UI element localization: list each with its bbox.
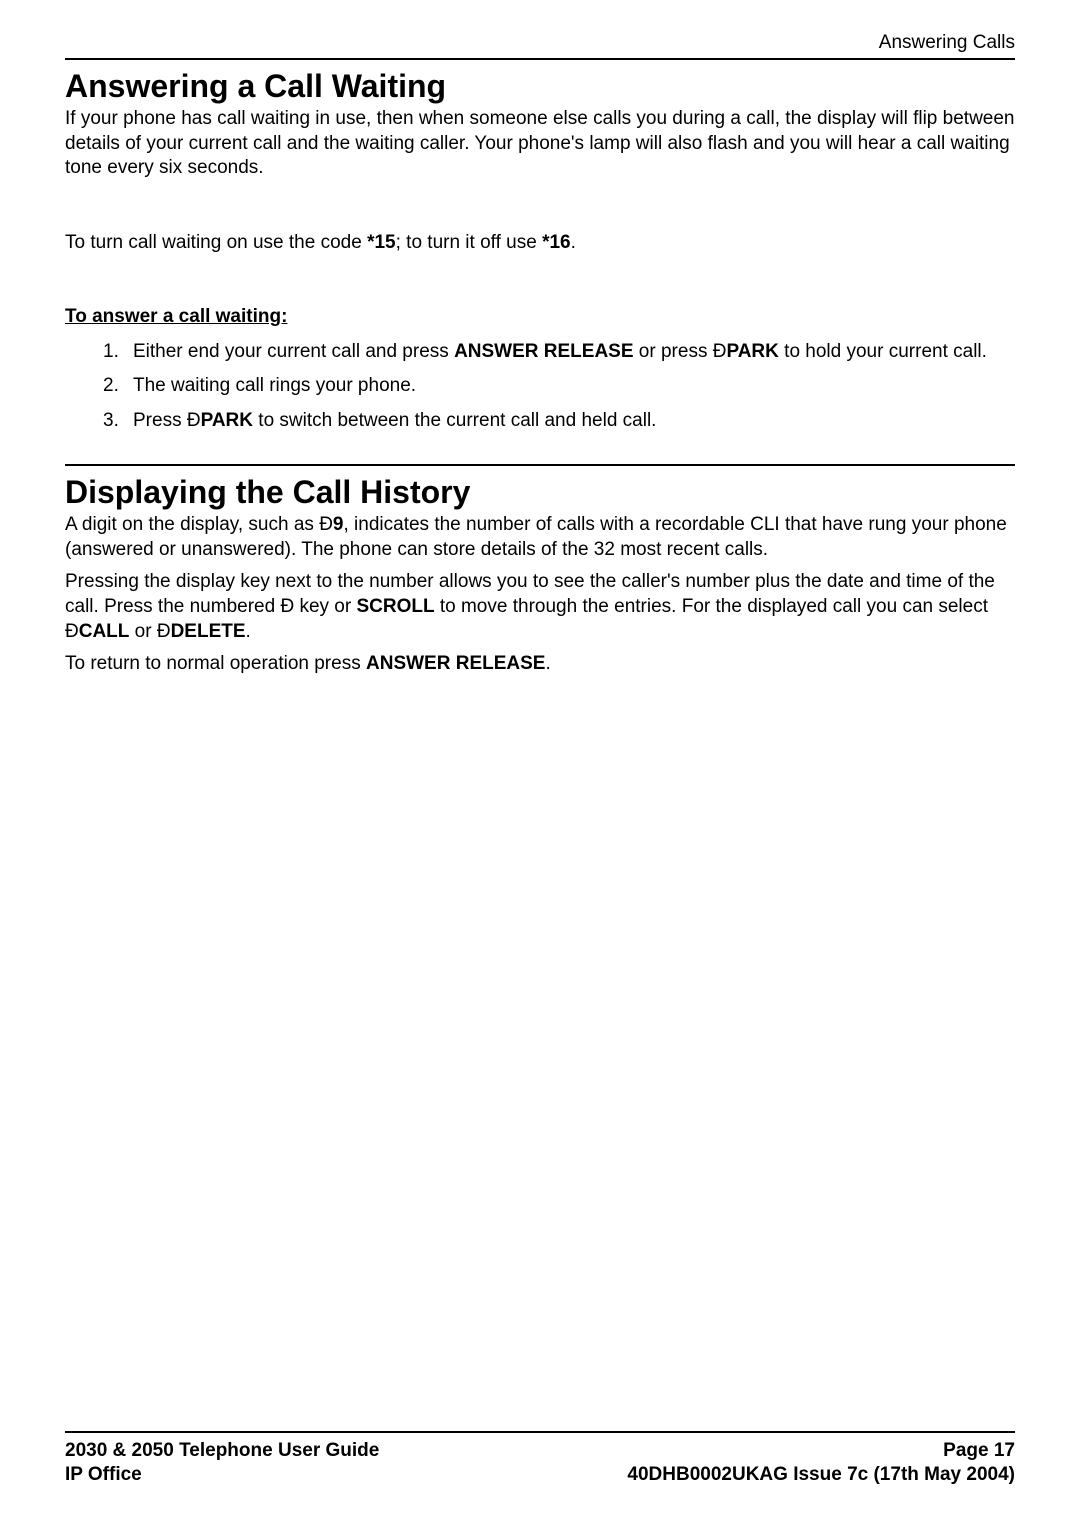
section1-para1: If your phone has call waiting in use, t… bbox=[65, 107, 1015, 181]
text: . bbox=[571, 232, 576, 253]
section1-title: Answering a Call Waiting bbox=[65, 68, 1015, 105]
section1-para2: To turn call waiting on use the code *15… bbox=[65, 231, 1015, 256]
code-on: *15 bbox=[367, 232, 396, 253]
step-1: 1. Either end your current call and pres… bbox=[103, 340, 1015, 365]
header-section-label: Answering Calls bbox=[65, 32, 1015, 54]
step-num: 3. bbox=[103, 409, 119, 434]
text: . bbox=[246, 621, 251, 642]
footer-right-2: 40DHB0002UKAG Issue 7c (17th May 2004) bbox=[627, 1463, 1015, 1488]
section2-para2: Pressing the display key next to the num… bbox=[65, 570, 1015, 644]
text: To return to normal operation press bbox=[65, 653, 366, 674]
scroll-label: SCROLL bbox=[356, 596, 434, 617]
footer-right-1: Page 17 bbox=[943, 1439, 1015, 1464]
section2-para1: A digit on the display, such as Ð9, indi… bbox=[65, 513, 1015, 562]
section-divider bbox=[65, 464, 1015, 466]
section1-subheading: To answer a call waiting: bbox=[65, 306, 1015, 328]
answer-release-label: ANSWER RELEASE bbox=[366, 653, 545, 674]
footer-left-2: IP Office bbox=[65, 1463, 142, 1488]
text: or Ð bbox=[129, 621, 170, 642]
answer-release-label: ANSWER RELEASE bbox=[454, 341, 633, 362]
text: Either end your current call and press bbox=[133, 341, 454, 362]
section2-para3: To return to normal operation press ANSW… bbox=[65, 652, 1015, 677]
text: to hold your current call. bbox=[779, 341, 987, 362]
digit-9: 9 bbox=[333, 514, 344, 535]
footer-left-1: 2030 & 2050 Telephone User Guide bbox=[65, 1439, 379, 1464]
text: to switch between the current call and h… bbox=[253, 410, 656, 431]
text: A digit on the display, such as Ð bbox=[65, 514, 333, 535]
text: or press Ð bbox=[634, 341, 727, 362]
text: Press Ð bbox=[133, 410, 201, 431]
text: The waiting call rings your phone. bbox=[133, 375, 416, 396]
call-label: CALL bbox=[79, 621, 130, 642]
header-rule bbox=[65, 58, 1015, 60]
footer-rule bbox=[65, 1431, 1015, 1433]
step-3: 3. Press ÐPARK to switch between the cur… bbox=[103, 409, 1015, 434]
section2-title: Displaying the Call History bbox=[65, 474, 1015, 511]
park-label: PARK bbox=[726, 341, 778, 362]
text: . bbox=[545, 653, 550, 674]
steps-list: 1. Either end your current call and pres… bbox=[65, 340, 1015, 434]
delete-label: DELETE bbox=[171, 621, 246, 642]
step-num: 2. bbox=[103, 374, 119, 399]
text: ; to turn it off use bbox=[396, 232, 542, 253]
park-label: PARK bbox=[201, 410, 253, 431]
step-num: 1. bbox=[103, 340, 119, 365]
text: To turn call waiting on use the code bbox=[65, 232, 367, 253]
step-2: 2. The waiting call rings your phone. bbox=[103, 374, 1015, 399]
page-footer: 2030 & 2050 Telephone User Guide Page 17… bbox=[65, 1431, 1015, 1488]
code-off: *16 bbox=[542, 232, 571, 253]
